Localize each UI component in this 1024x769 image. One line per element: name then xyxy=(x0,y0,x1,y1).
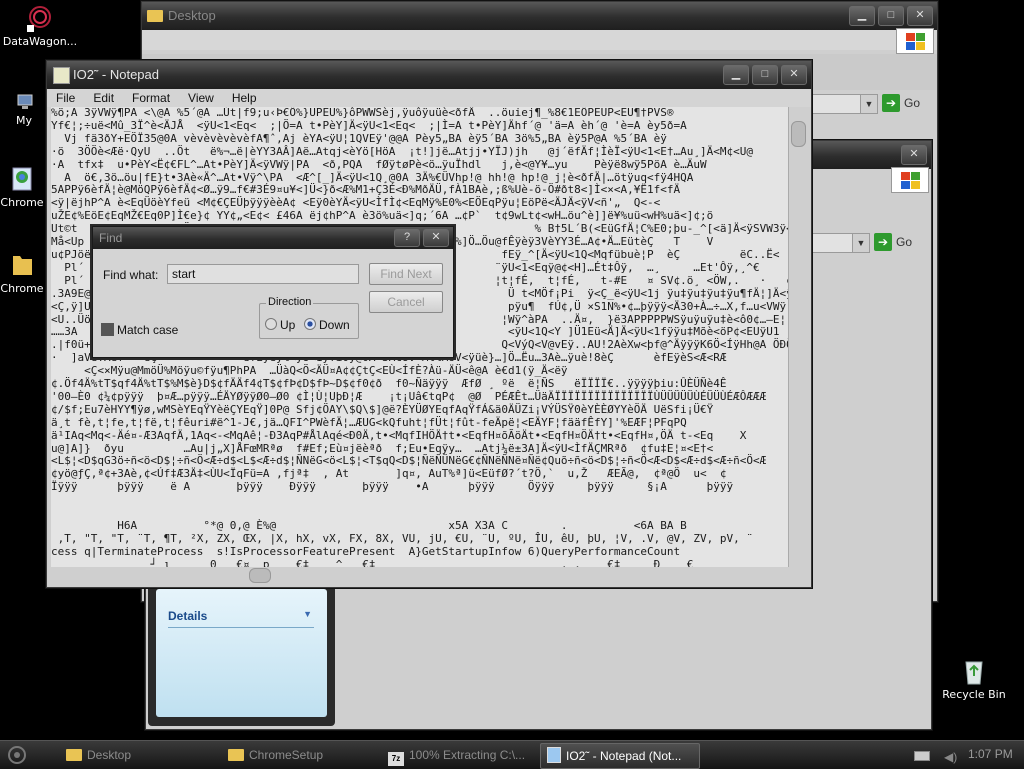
start-orb-icon xyxy=(8,746,26,764)
menu-strip xyxy=(142,30,937,50)
keyboard-icon[interactable] xyxy=(914,751,930,761)
close-button[interactable]: ✕ xyxy=(423,229,449,247)
horizontal-scrollbar[interactable] xyxy=(51,567,789,583)
folder-icon xyxy=(228,749,244,761)
menu-help[interactable]: Help xyxy=(223,89,266,107)
radio-down[interactable]: Down xyxy=(304,318,350,332)
address-bar[interactable]: ▼ xyxy=(812,94,878,114)
notepad-icon xyxy=(547,747,561,763)
find-what-value: start xyxy=(172,267,196,281)
find-next-button[interactable]: Find Next xyxy=(369,263,443,285)
checkbox-box xyxy=(101,323,114,336)
windows-logo-icon xyxy=(891,167,929,193)
menu-format[interactable]: Format xyxy=(123,89,179,107)
direction-group: Direction Up Down xyxy=(259,296,359,339)
clock[interactable]: 1:07 PM xyxy=(968,747,1013,761)
datawagon-icon xyxy=(25,3,55,33)
match-case-checkbox[interactable]: Match case xyxy=(101,323,178,337)
address-bar[interactable]: ▼ xyxy=(806,233,870,253)
taskbar: Desktop ChromeSetup 7z 100% Extracting C:… xyxy=(0,740,1024,769)
scroll-thumb[interactable] xyxy=(249,568,271,583)
title-bar[interactable]: IO2˜ - Notepad ▁ □ ✕ xyxy=(47,61,811,89)
title-bar[interactable]: Find ? ✕ xyxy=(93,227,453,249)
match-case-label: Match case xyxy=(117,323,179,337)
volume-icon[interactable]: ◀) xyxy=(944,750,957,764)
task-pane: Details ▼ xyxy=(148,581,335,726)
details-header[interactable]: Details ▼ xyxy=(168,609,314,628)
close-button[interactable]: ✕ xyxy=(901,145,927,165)
up-label: Up xyxy=(280,318,296,332)
7zip-icon: 7z xyxy=(388,752,404,766)
desktop-icon-datawagon[interactable]: DataWagon... xyxy=(0,3,80,48)
title-bar[interactable]: Desktop ▁ □ ✕ xyxy=(142,2,937,30)
taskbar-item-label: ChromeSetup xyxy=(249,748,324,762)
go-label: Go xyxy=(904,96,921,110)
go-arrow-icon: ➔ xyxy=(882,94,900,112)
maximize-button[interactable]: □ xyxy=(878,6,904,26)
chevron-down-icon[interactable]: ▼ xyxy=(852,234,869,252)
menu-bar: File Edit Format View Help xyxy=(47,89,811,107)
taskbar-item-label: Desktop xyxy=(87,748,132,762)
chevron-down-icon[interactable]: ▼ xyxy=(303,609,312,619)
details-panel[interactable]: Details ▼ xyxy=(156,589,327,717)
find-what-label: Find what: xyxy=(103,268,159,282)
find-dialog[interactable]: Find ? ✕ Find what: start Find Next Canc… xyxy=(92,226,454,358)
go-arrow-icon: ➔ xyxy=(874,233,892,251)
find-what-input[interactable]: start xyxy=(167,264,359,284)
close-button[interactable]: ✕ xyxy=(781,65,807,85)
dialog-title: Find xyxy=(99,231,123,245)
minimize-button[interactable]: ▁ xyxy=(849,6,875,26)
help-button[interactable]: ? xyxy=(394,229,420,247)
notepad-icon xyxy=(53,67,70,84)
scroll-thumb[interactable] xyxy=(791,121,806,147)
taskbar-item-chromesetup[interactable]: ChromeSetup xyxy=(224,743,384,767)
desktop-icon-label: Recycle Bin xyxy=(942,688,1006,701)
taskbar-item-label: 100% Extracting C:\... xyxy=(409,748,526,762)
desktop-icon-label: DataWagon... xyxy=(2,35,78,48)
my-computer-icon xyxy=(16,92,36,112)
window-title: Desktop xyxy=(168,8,216,23)
go-button[interactable]: ➔ Go xyxy=(882,93,920,113)
taskbar-item-extracting[interactable]: 7z 100% Extracting C:\... xyxy=(384,743,536,767)
menu-file[interactable]: File xyxy=(47,89,84,107)
chevron-down-icon[interactable]: ▼ xyxy=(860,95,877,113)
taskbar-item-label: IO2˜ - Notepad (Not... xyxy=(566,749,682,763)
taskbar-item-desktop[interactable]: Desktop xyxy=(62,743,222,767)
windows-logo-icon xyxy=(896,28,934,54)
recycle-bin-icon xyxy=(959,656,989,686)
menu-edit[interactable]: Edit xyxy=(84,89,123,107)
go-button[interactable]: ➔ Go xyxy=(874,232,912,252)
minimize-button[interactable]: ▁ xyxy=(723,65,749,85)
cancel-button[interactable]: Cancel xyxy=(369,291,443,313)
folder-icon xyxy=(147,10,163,22)
maximize-button[interactable]: □ xyxy=(752,65,778,85)
radio-indicator xyxy=(265,318,277,330)
details-label: Details xyxy=(168,609,208,623)
radio-indicator xyxy=(304,318,316,330)
vertical-scrollbar[interactable] xyxy=(788,107,807,567)
close-button[interactable]: ✕ xyxy=(907,6,933,26)
direction-label: Direction xyxy=(266,296,314,308)
radio-up[interactable]: Up xyxy=(265,318,295,332)
taskbar-item-notepad[interactable]: IO2˜ - Notepad (Not... xyxy=(540,743,700,769)
go-label: Go xyxy=(896,235,913,249)
menu-view[interactable]: View xyxy=(179,89,223,107)
window-title: IO2˜ - Notepad xyxy=(73,67,159,82)
chrome-setup-icon xyxy=(7,164,37,194)
down-label: Down xyxy=(319,318,350,332)
desktop-icon-recycle-bin[interactable]: Recycle Bin xyxy=(934,656,1014,701)
folder-icon xyxy=(66,749,82,761)
start-button[interactable] xyxy=(4,743,44,767)
folder-icon xyxy=(7,250,37,280)
